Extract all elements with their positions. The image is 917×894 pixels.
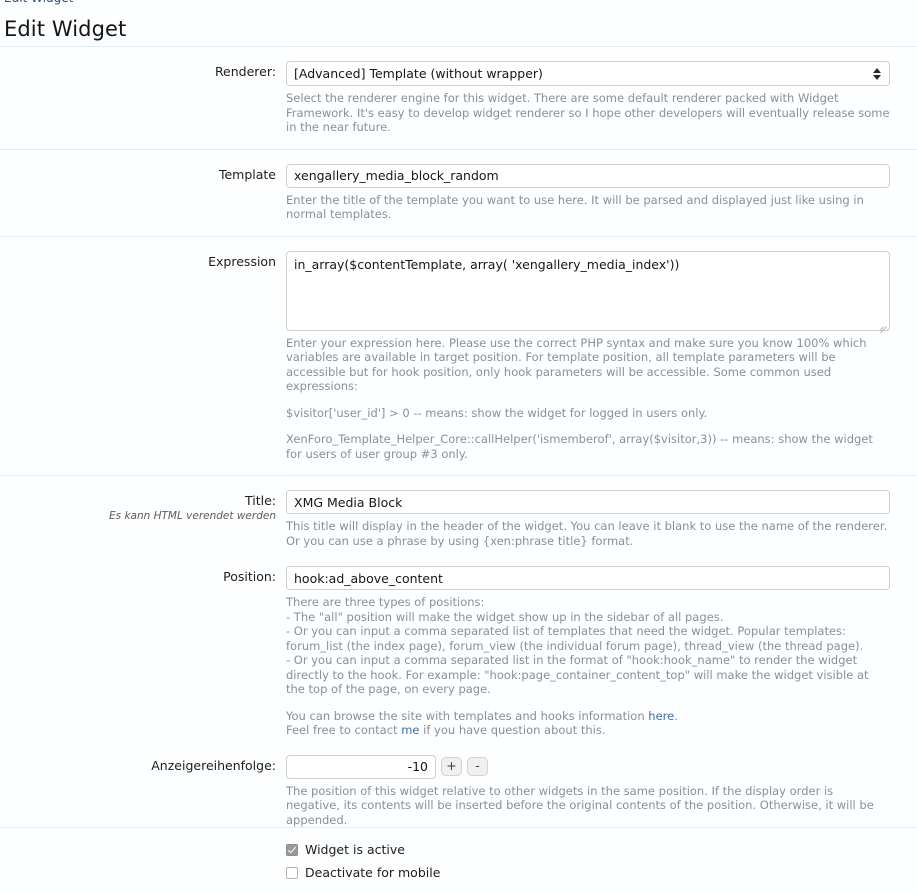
position-hint-contact: Feel free to contact me if you have ques…: [286, 723, 890, 738]
display-order-stepper: + -: [286, 754, 890, 779]
expression-textarea[interactable]: in_array($contentTemplate, array( 'xenga…: [286, 250, 890, 331]
renderer-hint: Select the renderer engine for this widg…: [286, 91, 890, 134]
deactivate-mobile-label: Deactivate for mobile: [305, 865, 441, 880]
position-hint-line-3: - Or you can input a comma separated lis…: [286, 624, 864, 653]
section-expression: Expression in_array($contentTemplate, ar…: [0, 237, 917, 476]
field-title: Title: Es kann HTML verendet werden This…: [0, 490, 917, 548]
display-order-label: Anzeigereihenfolge:: [151, 757, 276, 773]
title-hint: This title will display in the header of…: [286, 519, 888, 548]
field-position: Position: There are three types of posit…: [0, 566, 917, 738]
position-hint-browse: You can browse the site with templates a…: [286, 709, 890, 724]
templates-hooks-link[interactable]: here: [648, 709, 674, 723]
position-label: Position:: [223, 569, 276, 584]
expression-hint: Enter your expression here. Please use t…: [286, 336, 890, 462]
browse-suffix: .: [674, 708, 678, 723]
renderer-label: Renderer:: [214, 64, 276, 79]
widget-active-label: Widget is active: [305, 842, 405, 857]
contact-suffix: if you have question about this.: [419, 723, 606, 737]
display-order-decrement-button[interactable]: -: [467, 757, 488, 776]
position-hint: There are three types of positions: - Th…: [286, 595, 890, 738]
title-input[interactable]: [286, 490, 890, 514]
expression-textarea-wrapper: in_array($contentTemplate, array( 'xenga…: [286, 250, 890, 333]
position-hint-line-4: - Or you can input a comma separated lis…: [286, 653, 869, 696]
field-template: Template Enter the title of the template…: [0, 163, 917, 222]
section-renderer: Renderer: [Advanced] Template (without w…: [0, 47, 917, 149]
template-label: Template: [218, 166, 276, 182]
widget-active-checkbox[interactable]: [286, 843, 298, 856]
display-order-hint: The position of this widget relative to …: [286, 783, 874, 827]
renderer-select-wrapper[interactable]: [Advanced] Template (without wrapper): [286, 61, 890, 86]
field-expression: Expression in_array($contentTemplate, ar…: [0, 250, 917, 462]
title-label-text: Title:: [245, 493, 276, 508]
position-input[interactable]: [286, 566, 890, 590]
cut-off-header-text: Edit Widget: [0, 0, 917, 8]
template-input[interactable]: [286, 163, 890, 188]
renderer-select[interactable]: [Advanced] Template (without wrapper): [286, 61, 890, 86]
cut-off-header-label: Edit Widget: [4, 0, 73, 5]
expression-hint-example-1: $visitor['user_id'] > 0 -- means: show t…: [286, 405, 708, 420]
position-hint-line-1: There are three types of positions:: [286, 595, 485, 609]
deactivate-mobile-row[interactable]: Deactivate for mobile: [286, 865, 890, 880]
field-checkboxes: Widget is active Deactivate for mobile: [0, 842, 917, 880]
display-order-input[interactable]: [286, 754, 436, 779]
field-display-order: Anzeigereihenfolge: + - The position of …: [0, 754, 917, 828]
section-display: Title: Es kann HTML verendet werden This…: [0, 476, 917, 894]
template-hint: Enter the title of the template you want…: [286, 192, 864, 222]
expression-hint-example-2: XenForo_Template_Helper_Core::callHelper…: [286, 432, 873, 461]
page-title: Edit Widget: [4, 17, 127, 41]
contact-prefix: Feel free to contact: [286, 723, 402, 737]
widget-active-row[interactable]: Widget is active: [286, 842, 890, 857]
deactivate-mobile-checkbox[interactable]: [286, 866, 298, 879]
divider-bottom: [0, 827, 917, 828]
browse-prefix: You can browse the site with templates a…: [286, 708, 649, 723]
field-renderer: Renderer: [Advanced] Template (without w…: [0, 61, 917, 135]
position-hint-line-2: - The "all" position will make the widge…: [286, 609, 724, 624]
expression-label: Expression: [208, 253, 276, 269]
title-label: Title: Es kann HTML verendet werden: [0, 490, 286, 522]
section-template: Template Enter the title of the template…: [0, 150, 917, 236]
expression-hint-intro: Enter your expression here. Please use t…: [286, 335, 867, 394]
title-sublabel: Es kann HTML verendet werden: [109, 510, 276, 522]
contact-me-link[interactable]: me: [401, 723, 419, 737]
display-order-increment-button[interactable]: +: [441, 757, 462, 776]
